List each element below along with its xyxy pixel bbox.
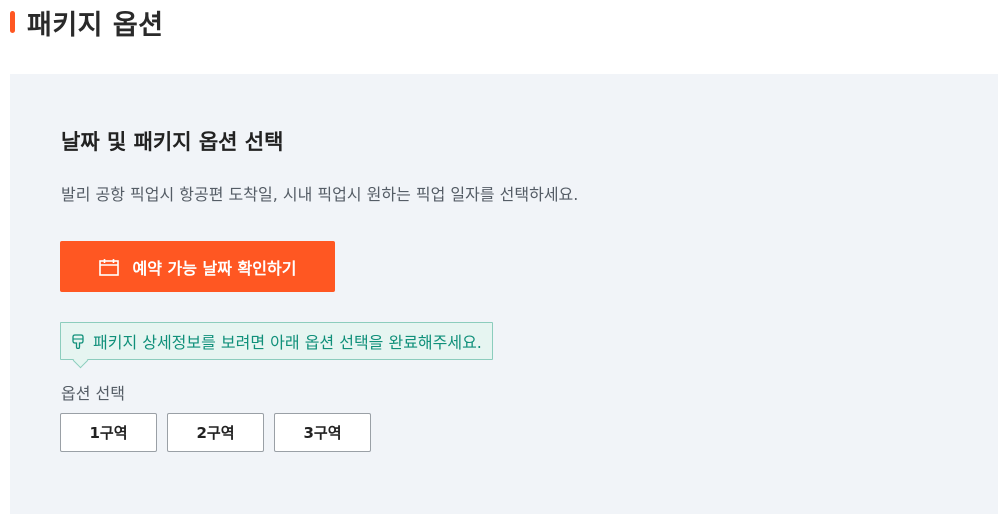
- section-header: 패키지 옵션: [10, 4, 164, 41]
- check-available-dates-label: 예약 가능 날짜 확인하기: [132, 258, 297, 278]
- option-zone-3-button[interactable]: 3구역: [274, 413, 371, 452]
- calendar-icon: [98, 258, 119, 276]
- notice-text: 패키지 상세정보를 보려면 아래 옵션 선택을 완료해주세요.: [93, 333, 482, 352]
- option-zone-1-button[interactable]: 1구역: [60, 413, 157, 452]
- option-button-group: 1구역 2구역 3구역: [60, 413, 371, 452]
- notice-tail: [72, 352, 89, 369]
- option-zone-2-button[interactable]: 2구역: [167, 413, 264, 452]
- hand-pointing-down-icon: [71, 333, 85, 350]
- option-select-label: 옵션 선택: [61, 384, 125, 403]
- panel-description: 발리 공항 픽업시 항공편 도착일, 시내 픽업시 원하는 픽업 일자를 선택하…: [61, 185, 579, 204]
- check-available-dates-button[interactable]: 예약 가능 날짜 확인하기: [60, 241, 335, 292]
- section-title: 패키지 옵션: [27, 9, 164, 41]
- accent-bar: [10, 11, 15, 33]
- package-option-panel: 날짜 및 패키지 옵션 선택 발리 공항 픽업시 항공편 도착일, 시내 픽업시…: [10, 74, 998, 514]
- panel-title: 날짜 및 패키지 옵션 선택: [61, 130, 284, 154]
- notice-tooltip: 패키지 상세정보를 보려면 아래 옵션 선택을 완료해주세요.: [60, 322, 493, 369]
